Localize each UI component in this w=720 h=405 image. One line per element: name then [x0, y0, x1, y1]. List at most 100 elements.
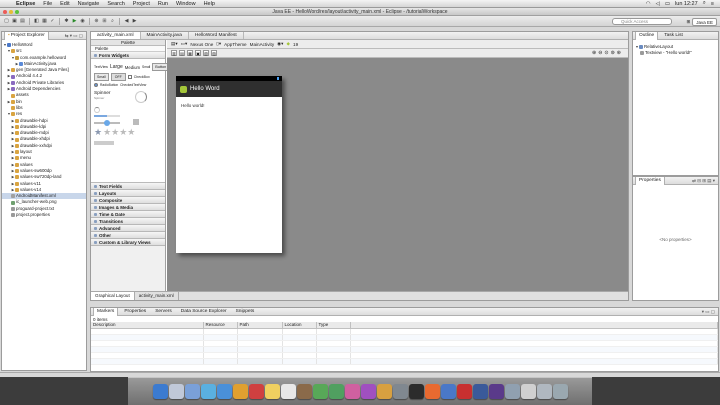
spotlight-icon[interactable]: ⌕ — [703, 0, 706, 7]
screen-size-icon[interactable]: ▭▾ — [181, 41, 188, 47]
tab-markers[interactable]: Markers — [93, 308, 119, 316]
activity-selector[interactable]: MainActivity — [250, 42, 275, 47]
layout-vertical-icon[interactable]: ▤ — [179, 50, 185, 56]
photos-icon[interactable] — [376, 384, 392, 399]
menu-project[interactable]: Project — [129, 1, 154, 7]
new-icon[interactable]: ▢ — [3, 18, 10, 25]
tab-task-list[interactable]: Task List — [661, 32, 686, 40]
hello-world-textview[interactable]: Hello world! — [176, 97, 282, 114]
widget-toggle-button[interactable]: OFF — [110, 73, 126, 81]
widget-spinner[interactable]: Spinner Spinner — [94, 91, 111, 100]
app-store-icon[interactable] — [216, 384, 232, 399]
widget-checkbox[interactable]: CheckBox — [134, 75, 150, 79]
open-type-icon[interactable]: ⊞ — [101, 18, 108, 25]
facetime-icon[interactable] — [328, 384, 344, 399]
tab-snippets[interactable]: Snippets — [233, 308, 258, 316]
messages-icon[interactable] — [312, 384, 328, 399]
system-preferences-icon[interactable] — [392, 384, 408, 399]
mail-icon[interactable] — [232, 384, 248, 399]
tab-main-activity-java[interactable]: MainActivity.java — [141, 32, 189, 39]
quick-access-input[interactable]: Quick Access — [612, 18, 672, 25]
downloads-stack-icon[interactable] — [520, 384, 536, 399]
ibooks-icon[interactable] — [360, 384, 376, 399]
trash-icon[interactable] — [552, 384, 568, 399]
open-perspective-icon[interactable]: ⊞ — [686, 19, 690, 25]
wifi-icon[interactable]: ◠ — [646, 1, 651, 7]
tree-node[interactable]: project.properties — [2, 212, 86, 218]
device-selector[interactable]: Nexus One — [190, 42, 213, 47]
palette-category[interactable]: Composite — [91, 197, 165, 204]
preview-icon[interactable] — [504, 384, 520, 399]
menu-file[interactable]: File — [39, 1, 56, 7]
zoom-fit-icon[interactable]: ⊚ — [611, 50, 615, 56]
finder-icon[interactable] — [152, 384, 168, 399]
menu-search[interactable]: Search — [103, 1, 128, 7]
itunes-icon[interactable] — [344, 384, 360, 399]
widget-small-button[interactable]: Small — [94, 73, 109, 81]
theme-selector[interactable]: AppTheme — [224, 42, 246, 47]
mission-control-icon[interactable] — [184, 384, 200, 399]
new-java-class-icon[interactable]: ⊕ — [93, 18, 100, 25]
view-controls[interactable]: ⇆ ▾ ▭ ▢ — [65, 33, 86, 39]
tab-helloword-manifest[interactable]: HelloWord Manifest — [189, 32, 244, 39]
tab-activity-main-xml[interactable]: activity_main.xml — [91, 32, 141, 39]
palette-category[interactable]: Images & Media — [91, 204, 165, 211]
notification-list-icon[interactable]: ≡ — [711, 1, 714, 7]
widget-switch[interactable] — [94, 141, 114, 145]
layout-horizontal-icon[interactable]: ▥ — [171, 50, 177, 56]
widget-progress-large[interactable] — [135, 91, 147, 103]
lint-icon[interactable]: ✓ — [49, 18, 56, 25]
reminders-icon[interactable] — [280, 384, 296, 399]
widget-progress-small[interactable] — [94, 107, 100, 113]
run-icon[interactable]: ▶ — [71, 18, 78, 25]
menu-window[interactable]: Window — [172, 1, 200, 7]
margins-icon[interactable]: ▣ — [195, 50, 201, 56]
save-icon[interactable]: ▣ — [11, 18, 18, 25]
zoom-in-icon[interactable]: ⊕ — [592, 50, 596, 56]
palette-category[interactable]: Transitions — [91, 218, 165, 225]
back-icon[interactable]: ◀ — [123, 18, 130, 25]
widget-medium-text[interactable]: Medium — [125, 65, 140, 70]
battery-icon[interactable]: ▭ — [665, 1, 670, 7]
gravity-icon[interactable]: ▧ — [203, 50, 209, 56]
android-sdk-icon[interactable]: ◧ — [33, 18, 40, 25]
chrome-icon[interactable] — [440, 384, 456, 399]
menu-navigate[interactable]: Navigate — [74, 1, 104, 7]
widget-small-text[interactable]: Small — [142, 65, 150, 69]
layout-file-icon[interactable]: ▤▾ — [171, 41, 178, 47]
safari-icon[interactable] — [200, 384, 216, 399]
documents-stack-icon[interactable] — [536, 384, 552, 399]
outline-node[interactable]: Textview - "Hello world!" — [635, 50, 716, 56]
zoom-window-icon[interactable] — [15, 10, 19, 14]
device-preview[interactable]: Hello Word Hello world! — [176, 76, 282, 253]
tab-properties[interactable]: Properties — [635, 177, 665, 185]
eclipse-icon[interactable] — [488, 384, 504, 399]
launchpad-icon[interactable] — [168, 384, 184, 399]
palette-category[interactable]: Text Fields — [91, 183, 165, 190]
palette-category[interactable]: Time & Date — [91, 211, 165, 218]
tab-properties-bottom[interactable]: Properties — [121, 308, 149, 316]
terminal-icon[interactable] — [408, 384, 424, 399]
menu-edit[interactable]: Edit — [56, 1, 73, 7]
tab-graphical-layout[interactable]: Graphical Layout — [91, 292, 135, 300]
api-level-selector[interactable]: 19 — [293, 42, 298, 47]
widget-seekbar[interactable] — [94, 120, 120, 126]
match-parent-icon[interactable]: ▦ — [187, 50, 193, 56]
filezilla-icon[interactable] — [456, 384, 472, 399]
search-icon[interactable]: ⌕ — [109, 18, 116, 25]
calendar-icon[interactable] — [248, 384, 264, 399]
markers-view-menu[interactable]: ▾ ▭ ▢ — [702, 309, 718, 315]
palette-category[interactable]: Advanced — [91, 225, 165, 232]
properties-toolbar[interactable]: ⇄ ⊟ ⊞ ▤ ▾ — [692, 178, 718, 184]
notes-icon[interactable] — [264, 384, 280, 399]
zoom-actual-icon[interactable]: ⊙ — [604, 50, 608, 56]
orientation-icon[interactable]: ▯▾ — [216, 41, 221, 47]
baseline-icon[interactable]: ▨ — [211, 50, 217, 56]
skype-icon[interactable] — [472, 384, 488, 399]
device-action-bar[interactable]: Hello Word — [176, 81, 282, 97]
widget-quickcontact[interactable] — [133, 119, 139, 125]
palette-category[interactable]: Layouts — [91, 190, 165, 197]
widget-progress-horizontal[interactable] — [94, 115, 120, 117]
palette-category[interactable]: Other — [91, 232, 165, 239]
category-form-widgets[interactable]: Form Widgets — [91, 52, 165, 59]
